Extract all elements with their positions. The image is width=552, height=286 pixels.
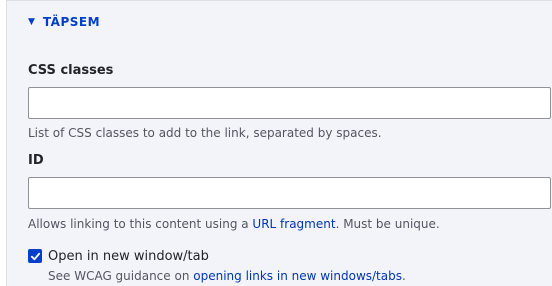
url-fragment-link[interactable]: URL fragment <box>252 217 335 231</box>
checkmark-icon <box>30 252 40 260</box>
wcag-guidance-link[interactable]: opening links in new windows/tabs <box>193 269 402 283</box>
wcag-guidance-suffix: . <box>401 269 406 283</box>
details-summary-label: TÄPSEM <box>42 15 101 29</box>
wcag-guidance-text: See WCAG guidance on opening links in ne… <box>48 269 406 283</box>
advanced-settings-panel: ▼ TÄPSEM CSS classes List of CSS classes… <box>6 0 552 286</box>
new-window-checkbox-row[interactable]: Open in new window/tab <box>28 248 209 264</box>
details-summary-toggle[interactable]: ▼ TÄPSEM <box>28 13 100 31</box>
css-classes-input[interactable] <box>28 87 551 119</box>
id-label: ID <box>28 153 44 168</box>
id-description: Allows linking to this content using a U… <box>28 217 440 231</box>
id-input[interactable] <box>28 177 551 209</box>
css-classes-description: List of CSS classes to add to the link, … <box>28 126 382 140</box>
triangle-down-icon: ▼ <box>28 17 35 27</box>
id-description-suffix: . Must be unique. <box>335 217 440 231</box>
new-window-checkbox[interactable] <box>28 249 42 263</box>
id-description-text: Allows linking to this content using a <box>28 217 253 231</box>
wcag-guidance-prefix: See WCAG guidance on <box>48 269 194 283</box>
new-window-label: Open in new window/tab <box>48 248 209 264</box>
css-classes-label: CSS classes <box>28 63 114 78</box>
